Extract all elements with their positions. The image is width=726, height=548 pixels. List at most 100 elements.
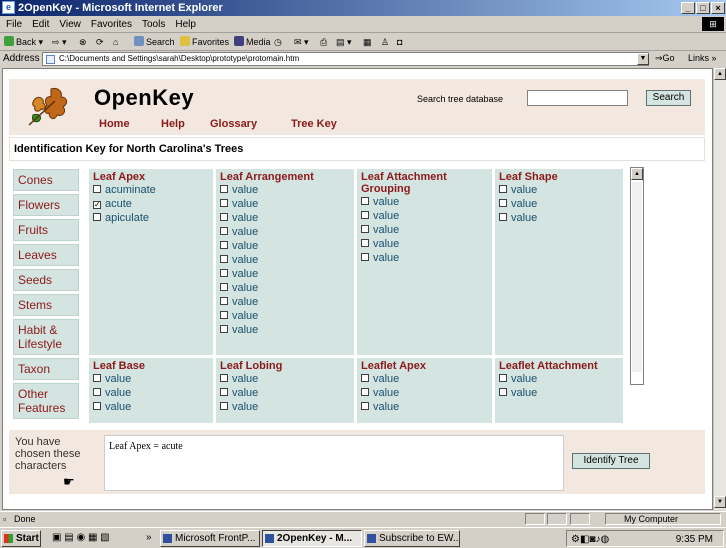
sidebar-item-other-features[interactable]: Other Features <box>13 383 79 419</box>
option-checkbox[interactable]: value <box>499 372 619 386</box>
go-button[interactable]: ⇒Go <box>655 53 675 64</box>
checkbox-icon[interactable] <box>220 185 228 193</box>
checkbox-icon[interactable] <box>220 199 228 207</box>
scroll-up-icon[interactable]: ▲ <box>631 168 643 180</box>
checkbox-icon[interactable] <box>499 213 507 221</box>
scroll-down-icon[interactable]: ▼ <box>714 496 726 508</box>
tray-icons[interactable]: ⚙◧◙♪◍ <box>571 532 609 547</box>
task-subscribe[interactable]: Subscribe to EW... <box>364 530 460 547</box>
checkbox-icon[interactable] <box>220 311 228 319</box>
address-dropdown-icon[interactable]: ▼ <box>637 53 649 65</box>
menu-file[interactable]: File <box>0 16 27 33</box>
discuss-icon[interactable]: ▦ <box>363 34 372 51</box>
checkbox-icon[interactable] <box>361 211 369 219</box>
option-checkbox[interactable]: value <box>220 372 350 386</box>
option-checkbox[interactable]: value <box>220 295 350 309</box>
media-toolbar-button[interactable]: Media <box>234 34 271 51</box>
option-checkbox[interactable]: value <box>220 197 350 211</box>
checkbox-icon[interactable] <box>361 388 369 396</box>
checkbox-icon[interactable] <box>499 374 507 382</box>
sidebar-item-stems[interactable]: Stems <box>13 294 79 316</box>
option-checkbox[interactable]: value <box>220 323 350 337</box>
option-checkbox[interactable]: value <box>93 372 209 386</box>
option-checkbox[interactable]: value <box>361 372 488 386</box>
sidebar-item-flowers[interactable]: Flowers <box>13 194 79 216</box>
refresh-icon[interactable]: ⟳ <box>96 34 104 51</box>
option-checkbox[interactable]: value <box>361 209 488 223</box>
checkbox-icon[interactable] <box>499 388 507 396</box>
option-checkbox[interactable]: value <box>361 251 488 265</box>
address-input[interactable]: C:\Documents and Settings\sarah\Desktop\… <box>42 52 649 66</box>
option-checkbox[interactable]: value <box>499 211 619 225</box>
favorites-toolbar-button[interactable]: Favorites <box>180 34 229 51</box>
checkbox-icon[interactable] <box>93 185 101 193</box>
checkbox-icon[interactable] <box>220 374 228 382</box>
checkbox-icon[interactable] <box>220 241 228 249</box>
search-button[interactable]: Search <box>646 90 691 106</box>
checkbox-icon[interactable] <box>361 197 369 205</box>
option-checkbox[interactable]: value <box>220 400 350 414</box>
stop-icon[interactable]: ⊗ <box>79 34 87 51</box>
menu-edit[interactable]: Edit <box>27 16 54 33</box>
checkbox-icon[interactable] <box>93 402 101 410</box>
menu-tools[interactable]: Tools <box>137 16 170 33</box>
option-checkbox[interactable]: value <box>220 309 350 323</box>
scroll-up-icon[interactable]: ▲ <box>714 68 726 80</box>
nav-help[interactable]: Help <box>161 118 185 130</box>
checkbox-icon[interactable] <box>361 253 369 261</box>
sidebar-item-taxon[interactable]: Taxon <box>13 358 79 380</box>
minimize-button[interactable]: _ <box>681 2 695 14</box>
option-checkbox[interactable]: value <box>220 211 350 225</box>
option-checkbox[interactable]: ✓ acute <box>93 197 209 211</box>
nav-tree-key[interactable]: Tree Key <box>291 118 337 130</box>
option-checkbox[interactable]: value <box>361 223 488 237</box>
close-button[interactable]: × <box>711 2 725 14</box>
nav-home[interactable]: Home <box>99 118 130 130</box>
option-checkbox[interactable]: value <box>220 183 350 197</box>
option-checkbox[interactable]: value <box>220 386 350 400</box>
forward-button[interactable]: ⇨ ▾ <box>52 34 67 51</box>
option-checkbox[interactable]: acuminate <box>93 183 209 197</box>
menu-help[interactable]: Help <box>170 16 201 33</box>
option-checkbox[interactable]: value <box>361 400 488 414</box>
history-icon[interactable]: ◷ <box>274 34 282 51</box>
sidebar-item-cones[interactable]: Cones <box>13 169 79 191</box>
sidebar-item-seeds[interactable]: Seeds <box>13 269 79 291</box>
sidebar-item-fruits[interactable]: Fruits <box>13 219 79 241</box>
edit-icon[interactable]: ▤ ▾ <box>336 34 352 51</box>
sidebar-item-habit-lifestyle[interactable]: Habit & Lifestyle <box>13 319 79 355</box>
checkbox-icon[interactable] <box>220 388 228 396</box>
option-checkbox[interactable]: value <box>220 253 350 267</box>
scrollbar-thumb[interactable] <box>632 182 642 372</box>
option-checkbox[interactable]: value <box>93 386 209 400</box>
checkbox-icon[interactable] <box>361 225 369 233</box>
option-checkbox[interactable]: value <box>499 386 619 400</box>
option-checkbox[interactable]: apiculate <box>93 211 209 225</box>
chosen-characters-box[interactable]: Leaf Apex = acute <box>104 435 564 491</box>
search-input[interactable] <box>527 90 628 106</box>
checkbox-icon[interactable] <box>220 402 228 410</box>
checkbox-icon[interactable] <box>220 269 228 277</box>
task-openkey[interactable]: 2OpenKey - M... <box>262 530 362 547</box>
checkbox-icon[interactable] <box>220 213 228 221</box>
identify-tree-button[interactable]: Identify Tree <box>572 453 650 469</box>
checkbox-icon[interactable] <box>361 239 369 247</box>
option-checkbox[interactable]: value <box>220 267 350 281</box>
maximize-button[interactable]: □ <box>696 2 710 14</box>
home-icon[interactable]: ⌂ <box>113 34 118 51</box>
task-frontpage[interactable]: Microsoft FrontP... <box>160 530 260 547</box>
start-button[interactable]: Start <box>1 530 41 547</box>
quick-launch-expand-icon[interactable]: » <box>146 532 152 543</box>
messenger-icon[interactable]: ♙ <box>381 34 389 51</box>
checkbox-icon[interactable] <box>93 374 101 382</box>
option-checkbox[interactable]: value <box>93 400 209 414</box>
checkbox-icon[interactable] <box>499 199 507 207</box>
checkbox-icon[interactable] <box>220 255 228 263</box>
option-checkbox[interactable]: value <box>220 239 350 253</box>
option-checkbox[interactable]: value <box>361 237 488 251</box>
option-checkbox[interactable]: value <box>499 183 619 197</box>
checkbox-icon[interactable] <box>93 213 101 221</box>
option-checkbox[interactable]: value <box>220 281 350 295</box>
menu-favorites[interactable]: Favorites <box>86 16 137 33</box>
character-grid-scrollbar[interactable]: ▲ <box>630 167 644 385</box>
